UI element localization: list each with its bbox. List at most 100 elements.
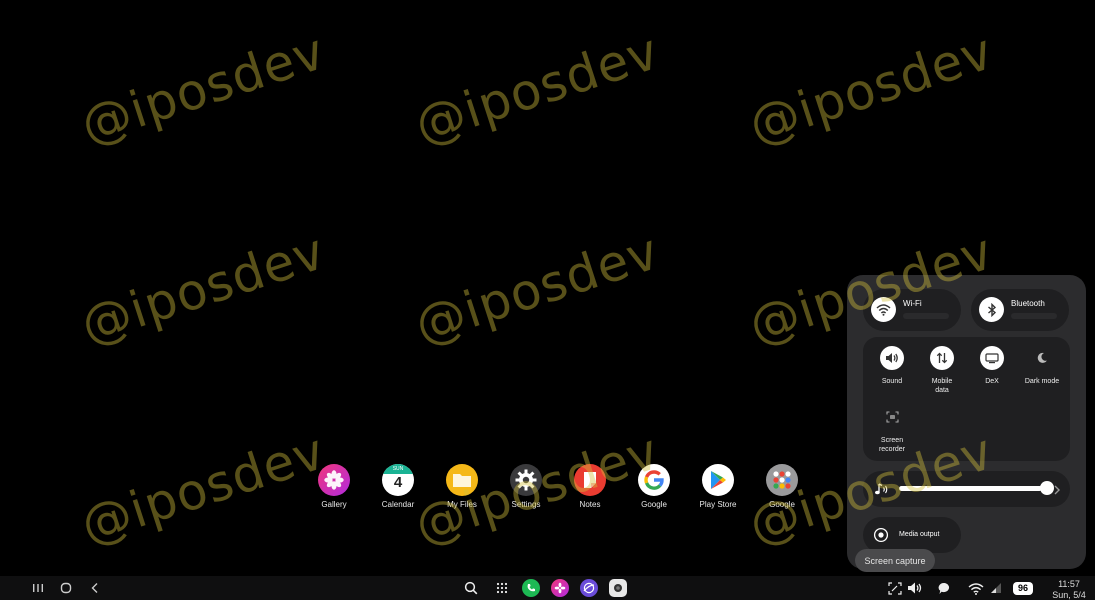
battery-indicator: 96 bbox=[1012, 578, 1034, 598]
app-label: Notes bbox=[579, 500, 601, 509]
watermark: @iposdev bbox=[408, 22, 666, 156]
app-label: Gallery bbox=[321, 500, 347, 509]
app-my-files[interactable]: My Files bbox=[430, 464, 494, 509]
moon-icon bbox=[1030, 346, 1054, 370]
chat-bubble-icon bbox=[938, 582, 949, 594]
folder-icon bbox=[446, 464, 478, 496]
volume-slider[interactable] bbox=[863, 471, 1070, 507]
back-icon bbox=[91, 583, 98, 593]
wifi-icon bbox=[871, 297, 896, 322]
app-label: Settings bbox=[511, 500, 541, 509]
gallery-icon bbox=[318, 464, 350, 496]
wifi-status bbox=[903, 313, 949, 319]
tile-label: Screen recorder bbox=[878, 437, 906, 453]
calendar-day-name: SUN bbox=[382, 464, 414, 474]
recent-apps-icon bbox=[33, 584, 43, 592]
mobile-data-icon bbox=[930, 346, 954, 370]
app-play-store[interactable]: Play Store bbox=[686, 464, 750, 509]
watermark: @iposdev bbox=[742, 22, 1000, 156]
back-button[interactable] bbox=[85, 578, 105, 598]
app-calendar[interactable]: SUN 4 Calendar bbox=[366, 464, 430, 509]
bluetooth-status bbox=[1011, 313, 1057, 319]
tile-screen-recorder[interactable]: Screen recorder bbox=[867, 405, 917, 454]
notification-button[interactable] bbox=[934, 578, 954, 598]
app-google[interactable]: Google bbox=[622, 464, 686, 509]
app-label: Google bbox=[641, 500, 667, 509]
volume-icon bbox=[908, 582, 922, 594]
taskbar-camera[interactable] bbox=[608, 578, 628, 598]
app-notes[interactable]: Notes bbox=[558, 464, 622, 509]
taskbar-gallery[interactable] bbox=[550, 578, 570, 598]
app-settings[interactable]: Settings bbox=[494, 464, 558, 509]
watermark: @iposdev bbox=[74, 422, 332, 556]
screen-recorder-icon bbox=[880, 405, 904, 429]
gallery-icon bbox=[551, 579, 569, 597]
app-label: Google bbox=[769, 500, 795, 509]
dex-icon bbox=[980, 346, 1004, 370]
wifi-status-button[interactable] bbox=[966, 578, 986, 598]
calendar-day-number: 4 bbox=[393, 474, 403, 491]
taskbar-phone[interactable] bbox=[521, 578, 541, 598]
volume-knob[interactable] bbox=[1040, 481, 1054, 495]
home-button[interactable] bbox=[56, 578, 76, 598]
google-folder-icon bbox=[766, 464, 798, 496]
screen-capture-tooltip: Screen capture bbox=[855, 549, 935, 572]
app-gallery[interactable]: Gallery bbox=[302, 464, 366, 509]
tile-sound[interactable]: Sound bbox=[867, 346, 917, 386]
clock-time: 11:57 bbox=[1058, 579, 1080, 589]
tile-dex[interactable]: DeX bbox=[967, 346, 1017, 386]
watermark: @iposdev bbox=[408, 222, 666, 356]
watermark: @iposdev bbox=[74, 22, 332, 156]
search-icon bbox=[464, 581, 478, 595]
app-dock: Gallery SUN 4 Calendar My Files Settings… bbox=[302, 464, 814, 509]
chevron-right-icon[interactable] bbox=[1053, 483, 1061, 501]
search-button[interactable] bbox=[461, 578, 481, 598]
notes-icon bbox=[574, 464, 606, 496]
clock-date: Sun, 5/4 bbox=[1052, 590, 1086, 600]
music-note-icon bbox=[874, 482, 889, 501]
apps-button[interactable] bbox=[492, 578, 512, 598]
tile-label: Mobile data bbox=[931, 378, 953, 394]
bluetooth-tile[interactable]: Bluetooth bbox=[971, 289, 1069, 331]
tile-label: DeX bbox=[985, 378, 999, 385]
internet-browser-icon bbox=[580, 579, 598, 597]
app-google-folder[interactable]: Google bbox=[750, 464, 814, 509]
battery-level: 96 bbox=[1013, 581, 1033, 595]
quick-settings-grid: Sound Mobile data DeX Dark mode Screen r… bbox=[863, 337, 1070, 461]
apps-grid-icon bbox=[496, 582, 508, 594]
taskbar-internet[interactable] bbox=[579, 578, 599, 598]
camera-icon bbox=[609, 579, 627, 597]
quick-panel: Wi-Fi Bluetooth Sound Mobile data DeX Da… bbox=[847, 275, 1086, 569]
cell-signal bbox=[988, 578, 1004, 598]
app-label: Play Store bbox=[699, 500, 737, 509]
screen-capture-icon bbox=[888, 581, 902, 595]
wifi-label: Wi-Fi bbox=[903, 299, 922, 308]
play-store-icon bbox=[702, 464, 734, 496]
phone-icon bbox=[522, 579, 540, 597]
tile-mobile-data[interactable]: Mobile data bbox=[917, 346, 967, 395]
media-output-label: Media output bbox=[899, 531, 940, 538]
app-label: My Files bbox=[447, 500, 477, 509]
recent-apps-button[interactable] bbox=[28, 578, 48, 598]
taskbar: 96 11:57 Sun, 5/4 bbox=[0, 576, 1095, 600]
sound-icon bbox=[880, 346, 904, 370]
media-output-button[interactable]: Media output bbox=[863, 517, 961, 553]
wifi-tile[interactable]: Wi-Fi bbox=[863, 289, 961, 331]
clock[interactable]: 11:57 Sun, 5/4 bbox=[1046, 579, 1092, 600]
cell-signal-icon bbox=[991, 583, 1001, 593]
volume-button[interactable] bbox=[905, 578, 925, 598]
tile-label: Sound bbox=[881, 378, 903, 385]
tile-dark-mode[interactable]: Dark mode bbox=[1017, 346, 1067, 386]
google-icon bbox=[638, 464, 670, 496]
calendar-icon: SUN 4 bbox=[382, 464, 414, 496]
bluetooth-icon bbox=[979, 297, 1004, 322]
bluetooth-label: Bluetooth bbox=[1011, 299, 1045, 308]
watermark: @iposdev bbox=[74, 222, 332, 356]
tile-label: Dark mode bbox=[1024, 378, 1060, 385]
media-output-icon bbox=[873, 527, 889, 543]
wifi-signal-icon bbox=[968, 582, 984, 595]
screen-capture-button[interactable] bbox=[886, 578, 904, 598]
gear-icon bbox=[510, 464, 542, 496]
home-icon bbox=[60, 582, 72, 594]
volume-track bbox=[899, 486, 1042, 491]
